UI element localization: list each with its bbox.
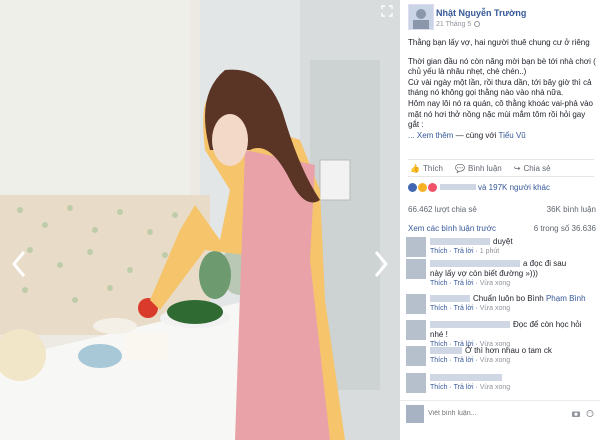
comment-text: Chuẩn luôn bo Bình	[473, 294, 546, 303]
reactions-summary[interactable]: và 197K người khác	[408, 181, 596, 193]
like-reaction-icon	[408, 182, 417, 192]
post-paragraph: Thằng bạn lấy vợ, hai người thuê chung c…	[408, 38, 590, 47]
reaction-count[interactable]: và 197K người khác	[478, 183, 550, 192]
emoji-icon[interactable]	[586, 410, 594, 417]
photo-scene	[0, 0, 400, 440]
comment-time: 1 phút	[479, 248, 500, 255]
comment-reply-link[interactable]: Trả lời	[454, 384, 474, 391]
comment-text: Ở thì hơn nhau o tam ck	[465, 346, 552, 355]
tagged-user-link[interactable]: Phạm Bình	[546, 294, 586, 303]
comments-range: 6 trong số 36.636	[533, 224, 596, 233]
haha-reaction-icon	[418, 182, 427, 192]
commenter-name-blur[interactable]	[430, 321, 510, 328]
comment-reply-link[interactable]: Trả lời	[454, 280, 474, 287]
post-photo[interactable]	[0, 0, 400, 440]
comment-reply-link[interactable]: Trả lời	[454, 305, 474, 312]
globe-icon	[474, 21, 481, 27]
see-more-link[interactable]: ... Xem thêm	[408, 131, 453, 140]
previous-photo-arrow-icon[interactable]	[10, 249, 30, 279]
comment-icon: 💬	[454, 163, 465, 173]
commenter-avatar[interactable]	[406, 373, 426, 393]
comment-like-link[interactable]: Thích	[430, 357, 448, 364]
comment-like-link[interactable]: Thích	[430, 384, 448, 391]
share-icon: ↪	[513, 163, 521, 173]
view-previous-comments-link[interactable]: Xem các bình luận trước	[408, 224, 496, 233]
commenter-name-blur[interactable]	[430, 374, 502, 381]
current-user-avatar	[406, 405, 424, 423]
previous-comments-row: Xem các bình luận trước 6 trong số 36.63…	[408, 224, 596, 233]
commenter-name-blur[interactable]	[430, 295, 470, 302]
post-header: Nhật Nguyễn Trường 21 Tháng 5	[408, 4, 596, 32]
like-button[interactable]: 👍 Thích	[410, 164, 443, 173]
post-text: Thằng bạn lấy vợ, hai người thuê chung c…	[408, 38, 596, 141]
comment-time: Vừa xong	[479, 305, 511, 312]
share-button[interactable]: ↪ Chia sẻ	[514, 164, 551, 173]
comment-count[interactable]: 36K bình luận	[547, 205, 596, 214]
thumbs-up-icon: 👍	[410, 163, 420, 173]
post-sidebar: Nhật Nguyễn Trường 21 Tháng 5 Thằng bạn …	[400, 0, 600, 440]
comment-like-link[interactable]: Thích	[430, 248, 448, 255]
comment-text-continued: này lấy vợ còn biết đường »)))	[430, 269, 538, 278]
comment-time: Vừa xong	[479, 384, 511, 391]
comment-reply-link[interactable]: Trả lời	[454, 248, 474, 255]
write-comment-bar	[400, 400, 600, 425]
comment-time: Vừa xong	[479, 357, 511, 364]
commenter-avatar[interactable]	[406, 237, 426, 257]
comment-input[interactable]	[428, 407, 558, 419]
comment-button[interactable]: 💬 Bình luận	[455, 164, 502, 173]
share-count[interactable]: 66.462 lượt chia sẻ	[408, 205, 477, 214]
action-bar: 👍 Thích 💬 Bình luận ↪ Chia sẻ	[408, 159, 594, 177]
comment-like-link[interactable]: Thích	[430, 280, 448, 287]
commenter-avatar[interactable]	[406, 259, 426, 279]
post-paragraph: Hôm nay lôi nó ra quán, cô thằng khoác v…	[408, 98, 594, 130]
next-photo-arrow-icon[interactable]	[370, 249, 390, 279]
author-name[interactable]: Nhật Nguyễn Trường	[436, 8, 526, 18]
post-date[interactable]: 21 Tháng 5	[436, 21, 481, 28]
reactor-name-blur	[440, 184, 476, 190]
comment-time: Vừa xong	[479, 280, 511, 287]
expand-icon[interactable]	[381, 5, 393, 17]
comment-text: duyệt	[493, 237, 513, 246]
post-paragraph: Cứ vài ngày một lần, rồi thưa dần, tới b…	[408, 77, 592, 98]
comment-text: a đọc đi sau	[523, 259, 567, 268]
post-paragraph: Thời gian đầu nó còn năng mời bạn bè tới…	[408, 56, 596, 77]
tagged-friend-link[interactable]: Tiểu Vũ	[498, 131, 525, 140]
commenter-avatar[interactable]	[406, 320, 426, 340]
post-footer-line: ... Xem thêm — cùng với Tiểu Vũ	[408, 130, 526, 140]
author-avatar[interactable]	[408, 4, 434, 30]
love-reaction-icon	[428, 182, 437, 192]
counts-row: 66.462 lượt chia sẻ 36K bình luận	[408, 205, 596, 214]
comment-reply-link[interactable]: Trả lời	[454, 357, 474, 364]
commenter-avatar[interactable]	[406, 346, 426, 366]
commenter-name-blur[interactable]	[430, 260, 520, 267]
comment-like-link[interactable]: Thích	[430, 305, 448, 312]
commenter-avatar[interactable]	[406, 294, 426, 314]
camera-icon[interactable]	[572, 410, 580, 417]
commenter-name-blur[interactable]	[430, 238, 490, 245]
commenter-name-blur[interactable]	[430, 347, 462, 354]
